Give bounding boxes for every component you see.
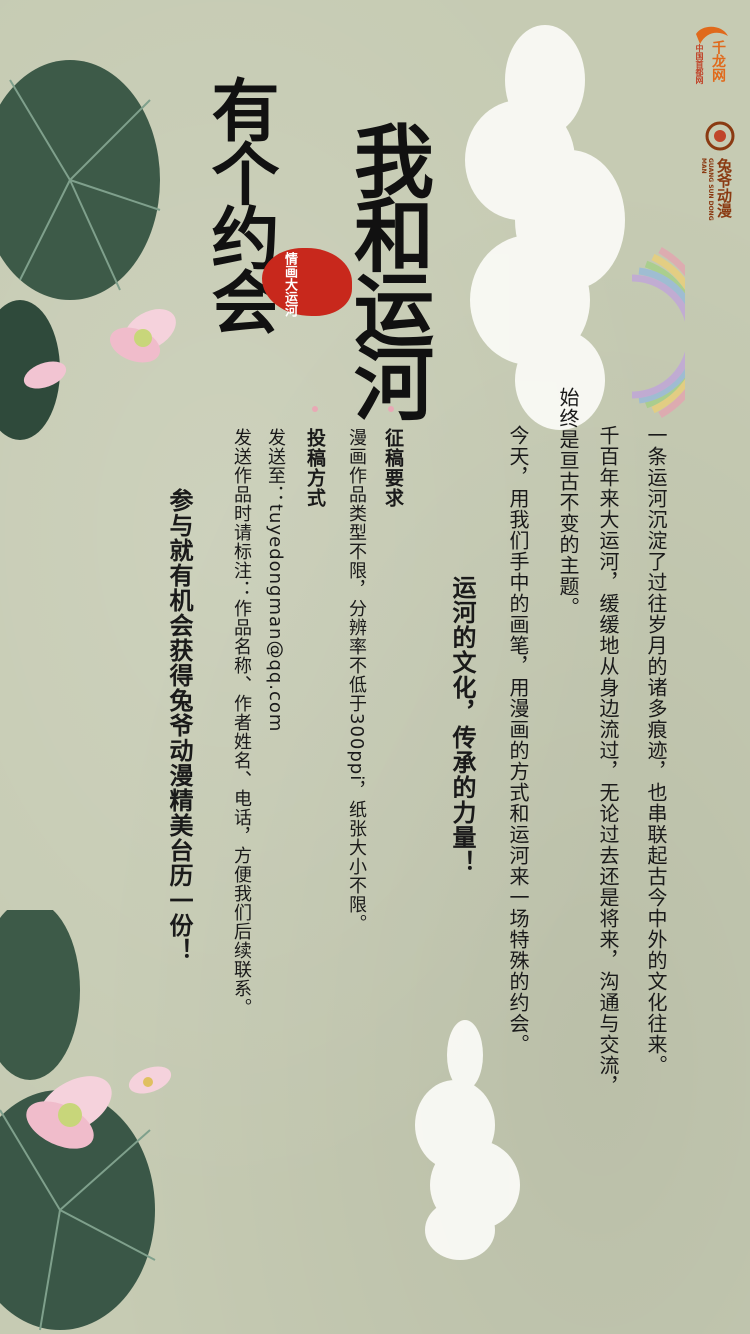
body-paragraph-2b: 始终是亘古不变的主题。 bbox=[556, 387, 580, 618]
submission-note: 发送作品时请标注：作品名称、作者姓名、电话，方便我们后续联系。 bbox=[231, 428, 252, 1017]
rainbow bbox=[631, 246, 685, 419]
footer-prize-text: 参与就有机会获得兔爷动漫精美台历一份！ bbox=[165, 488, 193, 963]
qianlong-logo: 千龙网 中国首都网 bbox=[688, 22, 738, 97]
tuye-logo-sub: GUANG SUN DONG MAN bbox=[700, 158, 714, 221]
body-paragraph-1: 一条运河沉淀了过往岁月的诸多痕迹，也串联起古今中外的文化往来。 bbox=[644, 425, 668, 1076]
requirements-text: 漫画作品类型不限，分辨率不低于300ppi，纸张大小不限。 bbox=[346, 428, 367, 934]
body-paragraph-2a: 千百年来大运河，缓缓地从身边流过，无论过去还是将来，沟通与交流， bbox=[596, 425, 620, 1097]
lotus-flower-3 bbox=[128, 1066, 172, 1094]
requirements-heading: 征稿要求 bbox=[382, 428, 404, 508]
snail-icon bbox=[705, 121, 735, 151]
body-paragraph-3: 今天，用我们手中的画笔，用漫画的方式和运河来一场特殊的约会。 bbox=[506, 425, 530, 1055]
lotus-top-left bbox=[0, 60, 176, 440]
requirements-bullet bbox=[388, 406, 394, 412]
qianlong-logo-sub: 中国首都网 bbox=[695, 44, 704, 84]
submission-email: 发送至：tuyedongman@qq.com bbox=[265, 428, 286, 733]
qianlong-logo-name: 千龙网 bbox=[710, 40, 726, 82]
submission-heading: 投稿方式 bbox=[304, 428, 326, 508]
lotus-bottom-left bbox=[0, 910, 172, 1331]
submission-bullet bbox=[312, 406, 318, 412]
slogan: 运河的文化，传承的力量！ bbox=[448, 575, 476, 875]
seal-text: 情画大运河 bbox=[282, 252, 297, 317]
tuye-logo-name: 兔爷动漫 bbox=[715, 158, 733, 218]
tuye-logo: 兔爷动漫 GUANG SUN DONG MAN bbox=[688, 118, 738, 228]
